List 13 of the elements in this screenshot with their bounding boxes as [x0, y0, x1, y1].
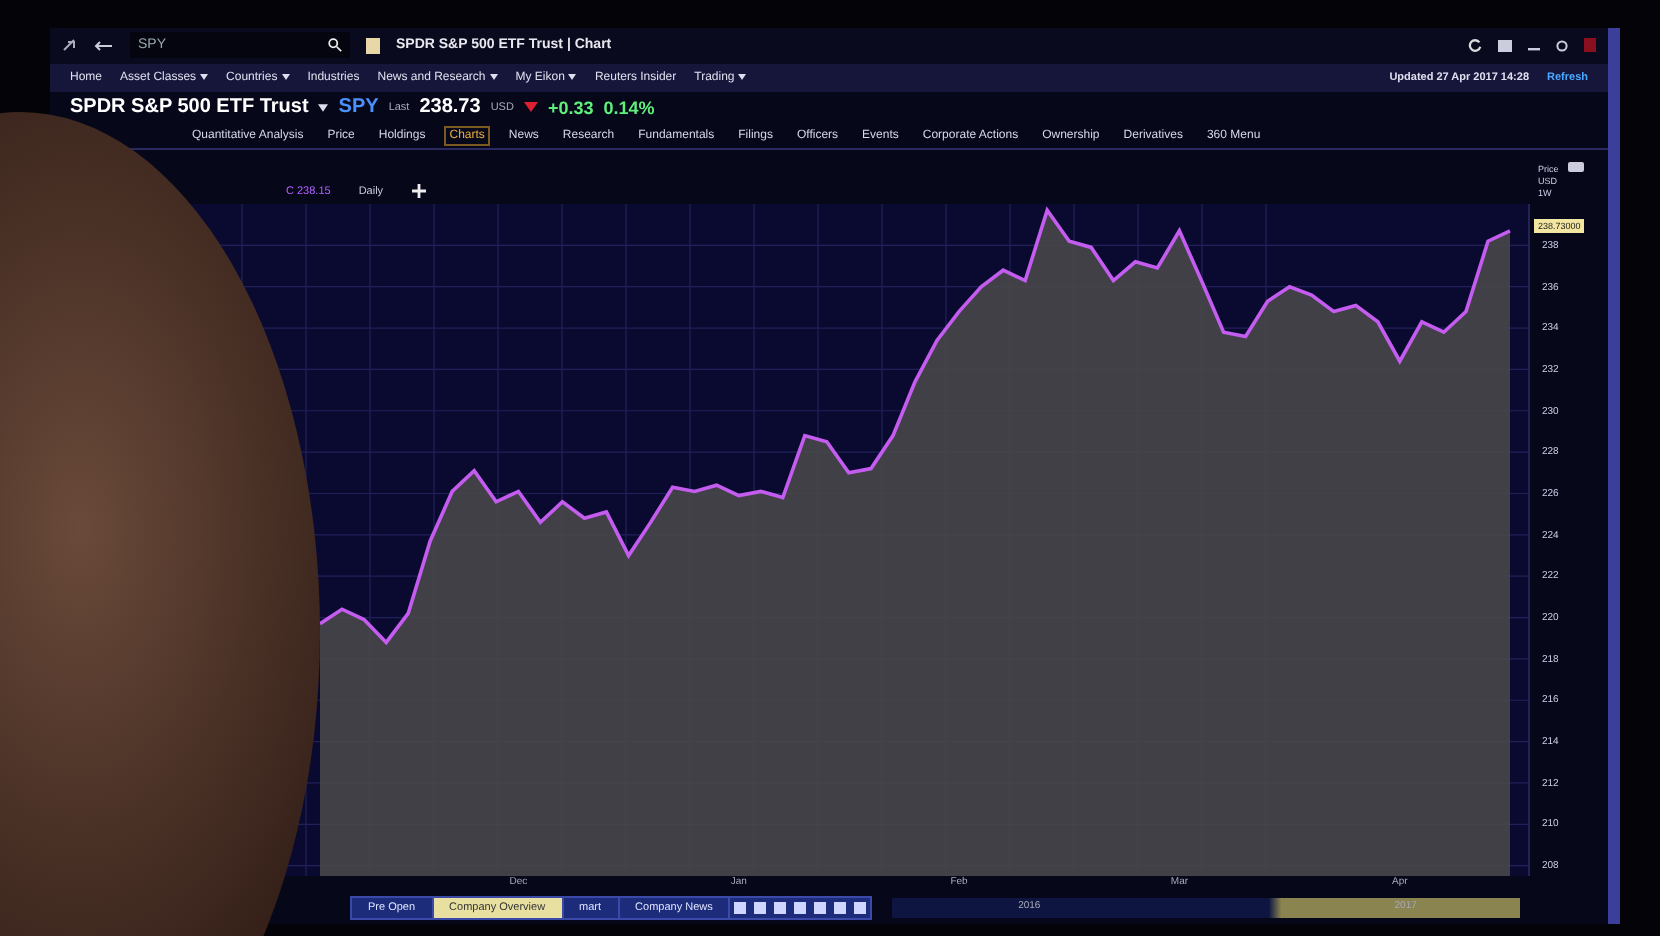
ticker-symbol: SPY — [338, 96, 379, 119]
last-price: 238.73 — [419, 96, 481, 119]
percent-change: 0.14% — [603, 97, 655, 118]
search-icon[interactable] — [328, 38, 342, 53]
refresh-icon[interactable] — [1468, 38, 1482, 53]
down-triangle-icon — [523, 102, 538, 113]
price-change: +0.33 — [547, 97, 594, 118]
caret-icon[interactable] — [318, 103, 329, 112]
toolbar-icons-drawing[interactable] — [730, 900, 871, 917]
maximize-icon[interactable] — [1556, 39, 1568, 52]
back-icon[interactable] — [94, 39, 114, 52]
instrument-name[interactable]: SPDR S&P 500 ETF Trust — [70, 96, 309, 119]
plus-icon[interactable] — [411, 184, 426, 199]
